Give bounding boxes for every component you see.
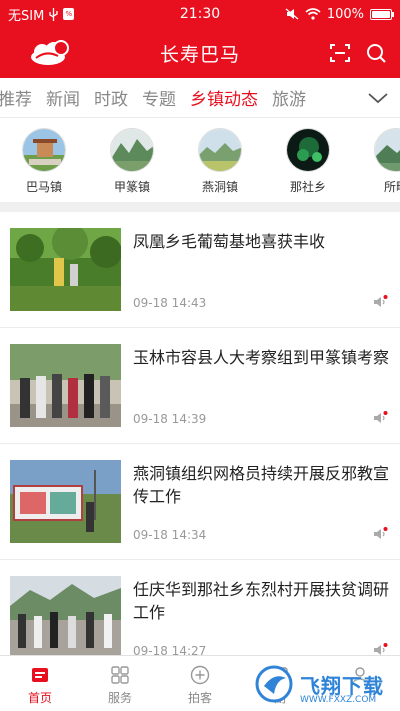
nav-home[interactable]: 首页 — [0, 656, 80, 711]
town-photo — [286, 128, 330, 172]
tab-travel[interactable]: 旅游 — [265, 85, 313, 110]
news-item[interactable]: 凤凰乡毛葡萄基地喜获丰收 09-18 14:43 — [0, 212, 400, 328]
tab-topics[interactable]: 专题 — [135, 85, 183, 110]
news-time: 09-18 14:43 — [133, 296, 207, 310]
wifi-icon — [305, 8, 321, 20]
tab-politics[interactable]: 时政 — [87, 85, 135, 110]
category-tabs: 推荐 新闻 时政 专题 乡镇动态 旅游 — [0, 78, 400, 118]
scan-icon[interactable] — [328, 41, 352, 65]
status-bar: 无SIM % 21:30 100% — [0, 0, 400, 28]
news-list: 凤凰乡毛葡萄基地喜获丰收 09-18 14:43 玉林市容县人大考察组到甲篆镇考… — [0, 212, 400, 676]
news-thumbnail — [10, 576, 121, 659]
bottom-nav: 首页 服务 拍客 副 飞翔下载 WWW.FXXZ.COM — [0, 655, 400, 711]
news-time: 09-18 14:34 — [133, 528, 207, 542]
news-thumbnail — [10, 228, 121, 311]
search-icon[interactable] — [364, 41, 388, 65]
watermark: 飞翔下载 WWW.FXXZ.COM — [254, 661, 394, 707]
tabs-more-button[interactable] — [356, 78, 400, 117]
town-item[interactable]: 那社乡 — [264, 128, 352, 195]
tab-town-news[interactable]: 乡镇动态 — [183, 85, 265, 110]
town-photo — [374, 128, 400, 172]
town-name: 巴马镇 — [25, 180, 62, 194]
nav-reporter-label: 拍客 — [187, 691, 212, 705]
home-icon — [32, 668, 48, 682]
town-item[interactable]: 燕洞镇 — [176, 128, 264, 195]
nav-reporter[interactable]: 拍客 — [160, 656, 240, 711]
town-item[interactable]: 巴马镇 — [0, 128, 88, 195]
nav-services-label: 服务 — [107, 691, 132, 705]
speaker-icon[interactable] — [372, 410, 388, 426]
top-bar: 无SIM % 21:30 100% 长寿巴马 — [0, 0, 400, 78]
app-header: 长寿巴马 — [0, 28, 400, 78]
watermark-url: WWW.FXXZ.COM — [300, 695, 377, 705]
tab-news[interactable]: 新闻 — [39, 85, 87, 110]
news-title: 燕洞镇组织网格员持续开展反邪教宣传工作 — [133, 464, 390, 506]
news-item[interactable]: 燕洞镇组织网格员持续开展反邪教宣传工作 09-18 14:34 — [0, 444, 400, 560]
nav-home-label: 首页 — [27, 691, 52, 705]
news-title: 任庆华到那社乡东烈村开展扶贫调研工作 — [133, 580, 390, 622]
news-time: 09-18 14:39 — [133, 412, 207, 426]
town-item[interactable]: 所略 — [352, 128, 400, 195]
town-item[interactable]: 甲篆镇 — [88, 128, 176, 195]
town-name: 燕洞镇 — [201, 180, 238, 194]
town-photo — [198, 128, 242, 172]
news-item[interactable]: 玉林市容县人大考察组到甲篆镇考察 09-18 14:39 — [0, 328, 400, 444]
nav-services[interactable]: 服务 — [80, 656, 160, 711]
town-strip: 巴马镇 甲篆镇 燕洞镇 那社乡 所略 — [0, 118, 400, 202]
plus-circle-icon — [190, 665, 210, 685]
battery-percent: 100% — [326, 6, 364, 22]
chevron-down-icon — [368, 93, 388, 104]
town-photo — [22, 128, 66, 172]
news-title: 凤凰乡毛葡萄基地喜获丰收 — [133, 232, 326, 251]
town-name: 那社乡 — [289, 180, 326, 194]
news-thumbnail — [10, 460, 121, 543]
news-thumbnail — [10, 344, 121, 427]
town-name: 所略 — [383, 180, 400, 194]
speaker-icon[interactable] — [372, 526, 388, 542]
speaker-icon[interactable] — [372, 294, 388, 310]
mute-icon — [285, 8, 299, 20]
tab-recommend[interactable]: 推荐 — [0, 85, 39, 110]
town-photo — [110, 128, 154, 172]
battery-icon — [370, 8, 394, 20]
town-name: 甲篆镇 — [113, 180, 150, 194]
grid-icon — [111, 666, 129, 684]
news-title: 玉林市容县人大考察组到甲篆镇考察 — [133, 348, 390, 367]
watermark-logo — [255, 665, 293, 703]
